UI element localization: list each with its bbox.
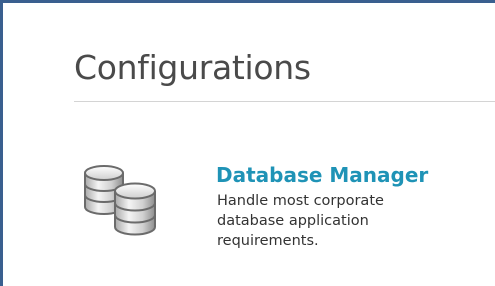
database-manager-item[interactable]: Database Manager Handle most corporate d… [81,153,491,263]
section-title: Configurations [74,48,311,87]
database-manager-link[interactable]: Database Manager [216,163,428,187]
database-manager-description: Handle most corporate database applicati… [217,191,467,251]
description-line: Handle most corporate [217,193,384,209]
section-divider [74,101,495,102]
database-stack-icon [84,165,156,236]
description-line: requirements. [217,233,319,249]
description-line: database application [217,213,369,229]
configurations-panel: Configurations Database Manager Handle m… [0,0,495,286]
